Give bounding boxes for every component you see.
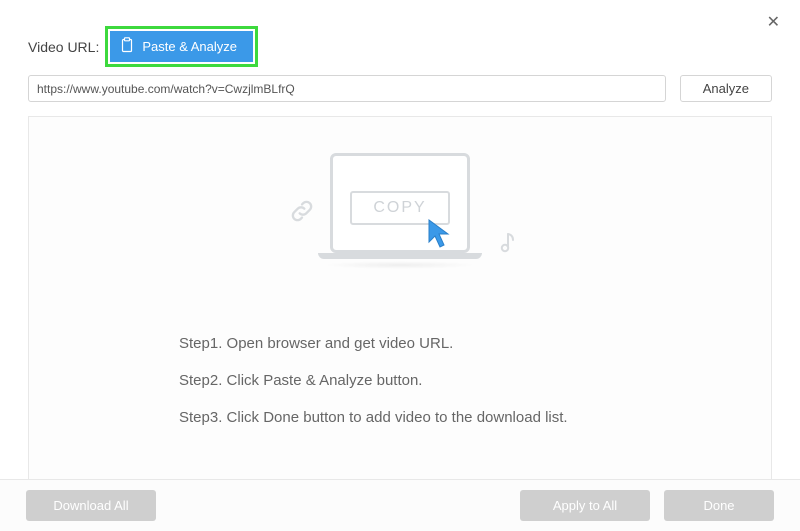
main-instructions-area: COPY Step1. Open browser and get video U…: [28, 116, 772, 496]
laptop-base: [318, 253, 482, 259]
bottom-bar: Download All Apply to All Done: [0, 479, 800, 531]
apply-to-all-button[interactable]: Apply to All: [520, 490, 650, 521]
link-icon: [288, 197, 316, 230]
step-3: Step3. Click Done button to add video to…: [179, 409, 568, 426]
illustration: COPY: [280, 153, 520, 297]
paste-analyze-button[interactable]: Paste & Analyze: [110, 31, 253, 62]
top-row: Video URL: Paste & Analyze: [0, 0, 800, 67]
done-button[interactable]: Done: [664, 490, 774, 521]
clipboard-icon: [120, 37, 134, 56]
download-all-button[interactable]: Download All: [26, 490, 156, 521]
paste-highlight-box: Paste & Analyze: [105, 26, 258, 67]
step-2: Step2. Click Paste & Analyze button.: [179, 372, 568, 389]
analyze-button[interactable]: Analyze: [680, 75, 772, 102]
step-1: Step1. Open browser and get video URL.: [179, 335, 568, 352]
laptop-shadow: [324, 261, 476, 269]
close-button[interactable]: ✕: [759, 8, 788, 36]
video-url-label: Video URL:: [28, 39, 99, 55]
input-row: Analyze: [0, 67, 800, 102]
music-note-icon: [496, 231, 516, 260]
url-input[interactable]: [28, 75, 666, 102]
paste-analyze-label: Paste & Analyze: [142, 39, 237, 54]
cursor-arrow-icon: [426, 217, 460, 256]
steps-container: Step1. Open browser and get video URL. S…: [29, 335, 568, 446]
